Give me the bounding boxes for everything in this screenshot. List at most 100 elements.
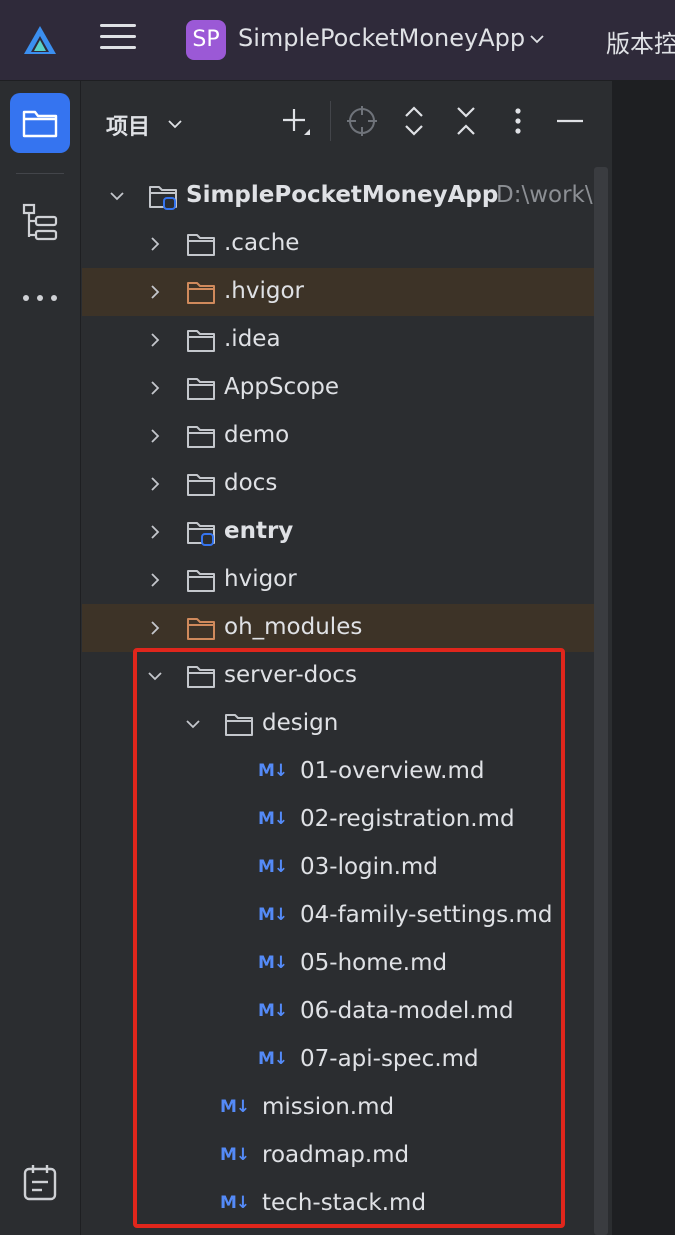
tree-folder-item[interactable]: .hvigor: [82, 268, 594, 316]
chevron-right-icon[interactable]: [148, 285, 162, 299]
tree-item-label: .cache: [224, 230, 300, 256]
folder-icon: [225, 714, 253, 736]
folder-icon: [187, 330, 215, 352]
tree-folder-item[interactable]: hvigor: [82, 556, 594, 604]
tree-file-item[interactable]: M↓ 04-family-settings.md: [82, 892, 594, 940]
tree-item-label: 07-api-spec.md: [300, 1046, 479, 1072]
chevron-right-icon[interactable]: [148, 621, 162, 635]
project-name[interactable]: SimplePocketMoneyApp: [238, 24, 525, 52]
chevron-down-icon[interactable]: [168, 117, 182, 131]
folder-icon: [187, 234, 215, 256]
folder-icon: [187, 570, 215, 592]
app-logo-icon[interactable]: [22, 24, 58, 56]
chevron-down-icon[interactable]: [530, 32, 544, 46]
structure-icon[interactable]: [22, 203, 58, 243]
markdown-file-icon: M↓: [220, 1193, 250, 1213]
markdown-file-icon: M↓: [258, 857, 288, 877]
tree-folder-item[interactable]: .idea: [82, 316, 594, 364]
chevron-right-icon[interactable]: [148, 573, 162, 587]
tree-folder-item[interactable]: SimplePocketMoneyApp D:\work\S: [82, 172, 607, 220]
project-badge[interactable]: SP: [186, 20, 226, 60]
tree-item-label: .hvigor: [224, 278, 305, 304]
chevron-right-icon[interactable]: [148, 429, 162, 443]
project-panel: 项目 SimplePocketMoneyApp D:\work\S .cache .h…: [82, 81, 612, 1235]
tree-item-label: demo: [224, 422, 290, 448]
hamburger-menu-icon[interactable]: [100, 24, 136, 58]
markdown-file-icon: M↓: [258, 761, 288, 781]
panel-title[interactable]: 项目: [106, 109, 150, 141]
project-folder-icon: [149, 186, 177, 210]
tree-file-item[interactable]: M↓ roadmap.md: [82, 1132, 594, 1180]
chevron-down-icon[interactable]: [186, 717, 200, 731]
tree-item-label: hvigor: [224, 566, 297, 592]
tree-folder-item[interactable]: oh_modules: [82, 604, 594, 652]
chevron-down-icon[interactable]: [148, 669, 162, 683]
collapse-all-icon[interactable]: [448, 103, 484, 139]
title-bar: SP SimplePocketMoneyApp 版本控: [0, 0, 675, 81]
tree-file-item[interactable]: M↓ 06-data-model.md: [82, 988, 594, 1036]
tree-item-label: 06-data-model.md: [300, 998, 514, 1024]
markdown-file-icon: M↓: [258, 953, 288, 973]
editor-area: [612, 81, 675, 1235]
markdown-file-icon: M↓: [258, 905, 288, 925]
vertical-scrollbar[interactable]: [594, 167, 608, 1235]
tree-item-label: docs: [224, 470, 278, 496]
tree-item-label: AppScope: [224, 374, 339, 400]
excluded-folder-icon: [187, 618, 215, 640]
chevron-right-icon[interactable]: [148, 525, 162, 539]
add-icon[interactable]: [278, 103, 314, 139]
markdown-file-icon: M↓: [258, 1001, 288, 1021]
tree-folder-item[interactable]: docs: [82, 460, 594, 508]
more-horizontal-icon[interactable]: [20, 291, 60, 305]
markdown-file-icon: M↓: [220, 1097, 250, 1117]
markdown-file-icon: M↓: [258, 809, 288, 829]
minimize-icon[interactable]: [552, 103, 588, 139]
folder-icon: [187, 378, 215, 400]
tree-folder-item[interactable]: server-docs: [82, 652, 594, 700]
markdown-file-icon: M↓: [258, 1049, 288, 1069]
locate-icon[interactable]: [344, 103, 380, 139]
tree-file-item[interactable]: M↓ 01-overview.md: [82, 748, 594, 796]
tree-item-label: roadmap.md: [262, 1142, 410, 1168]
tree-item-label: 05-home.md: [300, 950, 448, 976]
activity-bar: [0, 81, 81, 1235]
project-view-button[interactable]: [10, 93, 70, 153]
tree-file-item[interactable]: M↓ tech-stack.md: [82, 1180, 594, 1228]
folder-icon: [187, 426, 215, 448]
tree-item-label: 01-overview.md: [300, 758, 485, 784]
chevron-right-icon[interactable]: [148, 237, 162, 251]
tree-file-item[interactable]: M↓ 02-registration.md: [82, 796, 594, 844]
tree-item-label: oh_modules: [224, 614, 363, 640]
tree-item-label: .idea: [224, 326, 281, 352]
tree-item-label: SimplePocketMoneyApp: [186, 182, 499, 208]
activity-divider: [16, 173, 64, 174]
folder-icon: [187, 666, 215, 688]
chevron-right-icon[interactable]: [148, 333, 162, 347]
tree-folder-item[interactable]: demo: [82, 412, 594, 460]
tree-folder-item[interactable]: AppScope: [82, 364, 594, 412]
chevron-right-icon[interactable]: [148, 477, 162, 491]
tree-file-item[interactable]: M↓ mission.md: [82, 1084, 594, 1132]
tree-file-item[interactable]: M↓ 05-home.md: [82, 940, 594, 988]
chevron-down-icon[interactable]: [110, 189, 124, 203]
folder-icon: [22, 110, 58, 138]
expand-all-icon[interactable]: [396, 103, 432, 139]
toolbar-divider: [330, 101, 331, 141]
tree-item-label: 02-registration.md: [300, 806, 515, 832]
tree-item-label: tech-stack.md: [262, 1190, 427, 1216]
excluded-folder-icon: [187, 282, 215, 304]
tree-item-label: server-docs: [224, 662, 357, 688]
tree-folder-item[interactable]: entry: [82, 508, 594, 556]
tree-file-item[interactable]: M↓ 03-login.md: [82, 844, 594, 892]
project-path: D:\work\S: [496, 182, 608, 208]
options-vertical-icon[interactable]: [500, 103, 536, 139]
tree-file-item[interactable]: M↓ 07-api-spec.md: [82, 1036, 594, 1084]
module-folder-icon: [187, 522, 215, 546]
tree-folder-item[interactable]: .cache: [82, 220, 594, 268]
tree-item-label: 04-family-settings.md: [300, 902, 553, 928]
tree-item-label: entry: [224, 518, 294, 544]
chevron-right-icon[interactable]: [148, 381, 162, 395]
version-control-menu[interactable]: 版本控: [606, 24, 675, 59]
tree-folder-item[interactable]: design: [82, 700, 594, 748]
notes-icon[interactable]: [22, 1163, 58, 1203]
